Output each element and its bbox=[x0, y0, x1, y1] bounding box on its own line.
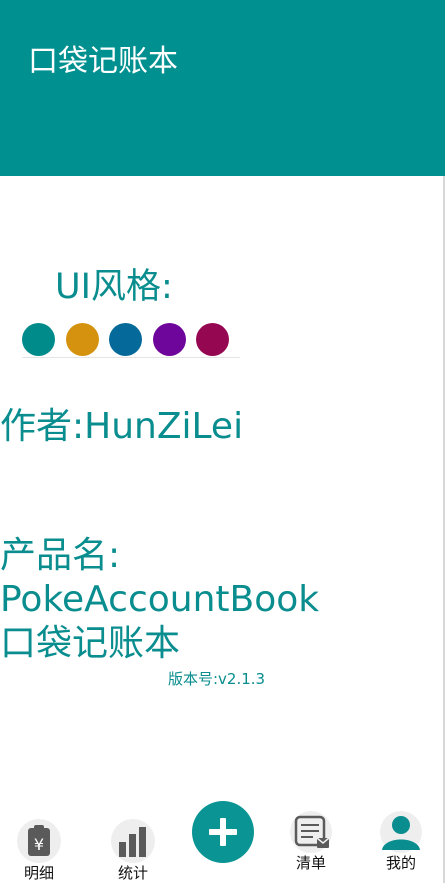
theme-color-picker bbox=[22, 323, 240, 358]
nav-label-details: 明细 bbox=[23, 864, 54, 882]
app-bar: 口袋记账本 bbox=[0, 0, 445, 176]
product-info: 产品名: PokeAccountBook 口袋记账本 bbox=[0, 534, 319, 666]
nav-item-details[interactable]: ¥ 明细 bbox=[14, 818, 64, 882]
user-icon bbox=[380, 811, 422, 853]
product-name-en: PokeAccountBook bbox=[0, 579, 320, 620]
product-name-cn: 口袋记账本 bbox=[0, 623, 181, 664]
bar-chart-icon bbox=[111, 819, 155, 863]
theme-swatch-orange[interactable] bbox=[66, 323, 99, 356]
nav-label-stats: 统计 bbox=[117, 864, 148, 882]
nav-label-profile: 我的 bbox=[385, 854, 416, 872]
theme-swatch-blue[interactable] bbox=[109, 323, 142, 356]
nav-item-list[interactable]: 清单 bbox=[286, 810, 336, 872]
add-record-button[interactable] bbox=[192, 801, 254, 863]
theme-swatch-purple[interactable] bbox=[153, 323, 186, 356]
ui-style-label: UI风格: bbox=[55, 267, 173, 307]
receipt-yuan-icon: ¥ bbox=[17, 819, 61, 863]
nav-item-stats[interactable]: 统计 bbox=[108, 818, 158, 882]
theme-swatch-teal[interactable] bbox=[22, 323, 55, 356]
svg-text:¥: ¥ bbox=[34, 835, 44, 854]
plus-icon bbox=[209, 818, 237, 846]
nav-item-profile[interactable]: 我的 bbox=[376, 810, 426, 872]
bottom-nav: ¥ 明细 统计 清单 我的 bbox=[0, 790, 443, 883]
nav-label-list: 清单 bbox=[295, 854, 326, 872]
theme-swatch-crimson[interactable] bbox=[196, 323, 229, 356]
list-icon bbox=[290, 811, 332, 853]
version-text: 版本号:v2.1.3 bbox=[168, 670, 266, 688]
product-label: 产品名: bbox=[0, 535, 121, 576]
author-line: 作者:HunZiLei bbox=[0, 406, 244, 447]
app-title: 口袋记账本 bbox=[28, 44, 178, 79]
